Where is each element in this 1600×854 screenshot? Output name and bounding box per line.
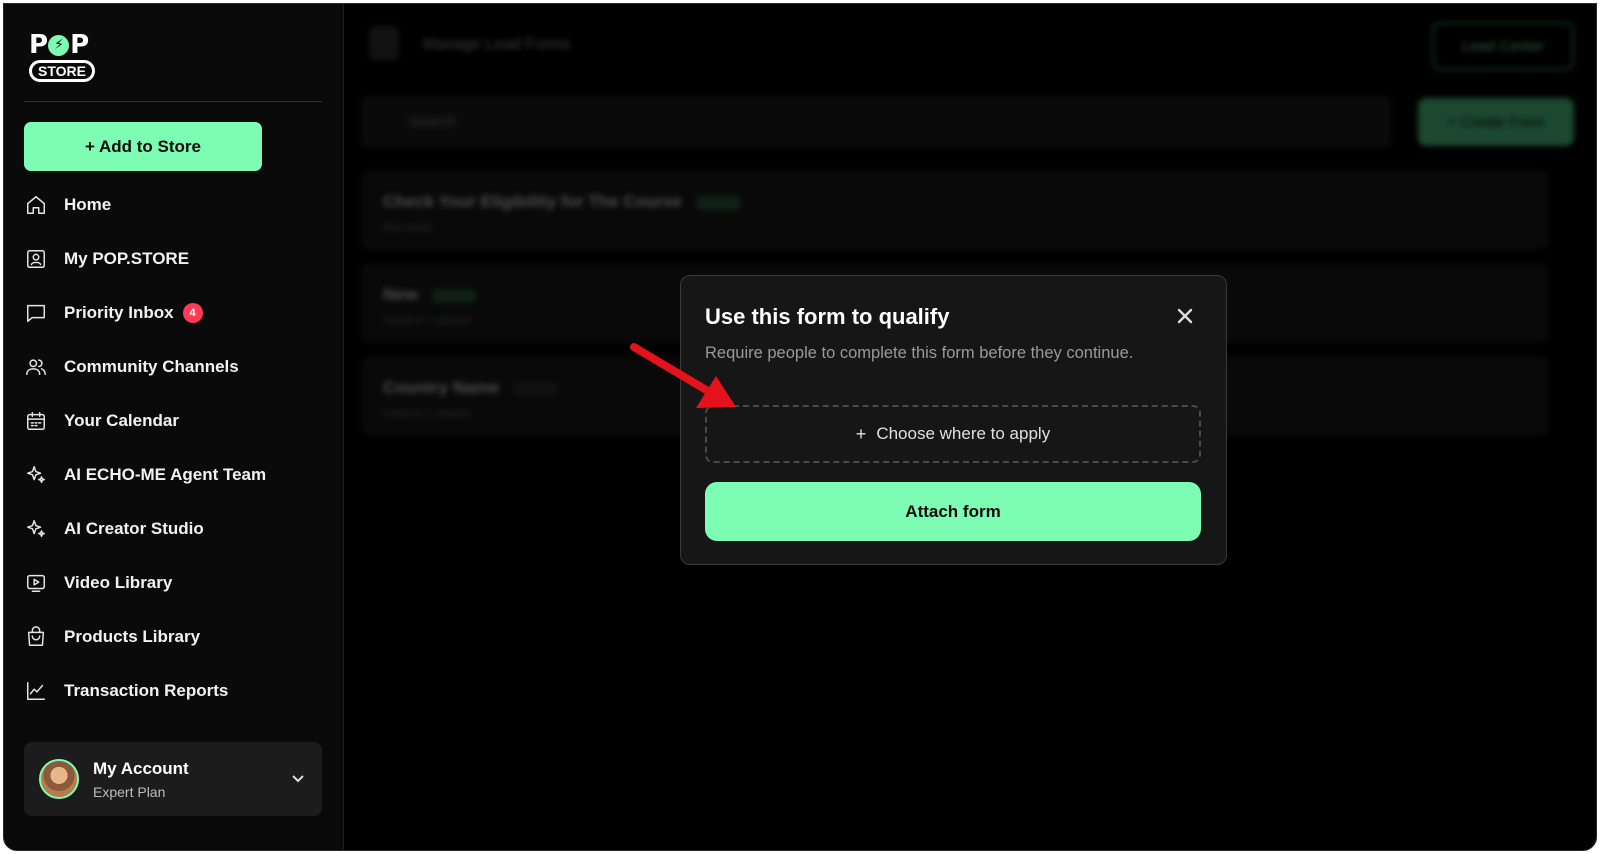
users-icon [24, 355, 48, 379]
sidebar-item-ai-echo-me[interactable]: AI ECHO-ME Agent Team [24, 448, 324, 502]
sidebar-item-your-calendar[interactable]: Your Calendar [24, 394, 324, 448]
create-form-button: + Create Form [1418, 98, 1574, 146]
bolt-icon: ⚡ [48, 34, 70, 56]
logo-store-text: STORE [29, 60, 95, 82]
sidebar-item-products-library[interactable]: Products Library [24, 610, 324, 664]
account-name: My Account [93, 758, 189, 778]
sidebar-item-transaction-reports[interactable]: Transaction Reports [24, 664, 324, 718]
sidebar-nav: Home My POP.STORE Priority Inbox 4 Commu… [24, 178, 324, 718]
red-arrow-annotation [630, 343, 736, 408]
dialog-subtitle: Require people to complete this form bef… [705, 344, 1134, 362]
sparkle-icon [24, 463, 48, 487]
choose-label: Choose where to apply [876, 424, 1051, 443]
qualify-form-dialog: Use this form to qualify Require people … [680, 275, 1227, 565]
choose-where-to-apply-button[interactable]: + Choose where to apply [705, 405, 1201, 463]
sidebar-item-community-channels[interactable]: Community Channels [24, 340, 324, 394]
sidebar-item-home[interactable]: Home [24, 178, 324, 232]
inbox-count-badge: 4 [182, 303, 203, 323]
account-menu[interactable]: My Account Expert Plan [24, 742, 322, 816]
account-plan: Expert Plan [93, 783, 166, 800]
calendar-icon [24, 409, 48, 433]
sidebar-item-video-library[interactable]: Video Library [24, 556, 324, 610]
sidebar: P ⚡ P STORE + Add to Store Home My POP.S… [4, 4, 344, 850]
home-icon [24, 193, 48, 217]
dialog-title: Use this form to qualify [705, 304, 950, 329]
avatar [39, 759, 79, 799]
sidebar-item-ai-creator-studio[interactable]: AI Creator Studio [24, 502, 324, 556]
list-item: Check Your Eligibility for The Course No… [361, 170, 1549, 250]
add-to-store-button[interactable]: + Add to Store [24, 122, 262, 171]
lead-center-button: Lead Center [1432, 22, 1574, 70]
search-input: Search [361, 96, 1391, 148]
bag-icon [24, 625, 48, 649]
back-button [369, 26, 399, 60]
page-title: Manage Lead Forms [423, 36, 571, 53]
chart-icon [24, 679, 48, 703]
close-icon[interactable] [1176, 307, 1196, 327]
sidebar-item-priority-inbox[interactable]: Priority Inbox 4 [24, 286, 324, 340]
sidebar-item-my-pop-store[interactable]: My POP.STORE [24, 232, 324, 286]
user-card-icon [24, 247, 48, 271]
sidebar-divider [24, 101, 322, 102]
sparkle-icon [24, 517, 48, 541]
app-window: P ⚡ P STORE + Add to Store Home My POP.S… [3, 3, 1597, 851]
video-icon [24, 571, 48, 595]
chat-icon [24, 301, 48, 325]
chevron-down-icon [290, 770, 306, 791]
attach-form-button[interactable]: Attach form [705, 482, 1201, 541]
pop-store-logo[interactable]: P ⚡ P STORE [29, 32, 109, 82]
plus-icon: + [855, 423, 867, 444]
